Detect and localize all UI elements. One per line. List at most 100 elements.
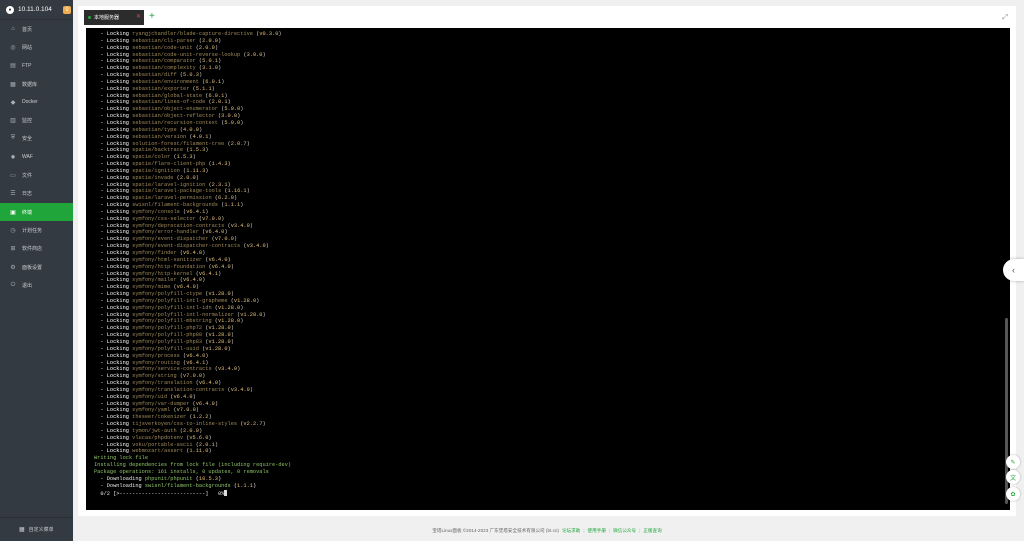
fullscreen-icon[interactable]: ⤢ bbox=[1002, 14, 1008, 22]
sidebar-item[interactable]: ⚙ 面板设置 bbox=[0, 258, 73, 276]
lock-prefix: - Locking bbox=[94, 106, 133, 113]
lock-prefix: - Locking bbox=[94, 359, 133, 366]
package-name: symfony/translation-contracts bbox=[132, 386, 225, 393]
menu-item-icon: ⏻ bbox=[10, 281, 16, 288]
package-version: 3.1.0 bbox=[202, 65, 218, 72]
terminal-line: - Locking sebastian/environment (6.0.1) bbox=[94, 78, 225, 85]
sidebar-item[interactable]: ◎ 网站 bbox=[0, 38, 73, 56]
footer-link-license[interactable]: 正版查询 bbox=[643, 528, 661, 534]
package-version: v6.4.0 bbox=[183, 250, 203, 256]
footer-separator: | bbox=[608, 528, 611, 533]
lock-prefix: - Locking bbox=[94, 448, 133, 455]
footer-link-manual[interactable]: 使用手册 bbox=[588, 528, 606, 534]
terminal-line: - Locking sebastian/complexity (3.1.0) bbox=[94, 65, 222, 72]
package-version: 6.0.1 bbox=[208, 92, 225, 99]
package-name: symfony/html-sanitizer bbox=[132, 256, 203, 263]
package-name: symfony/string bbox=[132, 373, 177, 380]
package-version: v7.0.0 bbox=[214, 236, 234, 243]
assistant-icon: ✿ bbox=[1010, 491, 1016, 498]
lock-prefix: - Locking bbox=[94, 434, 133, 441]
notification-badge[interactable]: 0 bbox=[63, 6, 71, 14]
sidebar-item[interactable]: ◷ 计划任务 bbox=[0, 221, 73, 239]
package-name: symfony/mailer bbox=[132, 277, 177, 284]
package-version: 1.5.3 bbox=[189, 147, 206, 154]
package-name: phpunit/phpunit bbox=[144, 475, 193, 482]
package-name: symfony/polyfill-uuid bbox=[132, 345, 199, 352]
package-name: spatie/backtrace bbox=[132, 147, 184, 154]
package-name: symfony/polyfill-intl-grapheme bbox=[132, 297, 228, 304]
sidebar-item[interactable]: ▦ 数据库 bbox=[0, 75, 73, 93]
package-name: tymon/jwt-auth bbox=[132, 427, 177, 434]
feedback-float-button[interactable]: ✎ bbox=[1006, 455, 1020, 469]
sidebar-item-label: 首页 bbox=[22, 26, 33, 33]
terminal-line: - Locking spatie/laravel-package-tools (… bbox=[94, 188, 250, 195]
lock-prefix: - Locking bbox=[94, 51, 133, 58]
progress-text: 0/2 [>---------------------------] 0% bbox=[94, 490, 225, 497]
terminal-output[interactable]: - Locking ryangjchandler/blade-capture-d… bbox=[86, 28, 1010, 510]
close-tab-icon[interactable]: ✕ bbox=[136, 14, 141, 20]
assistant-float-button[interactable]: ✿ bbox=[1006, 487, 1020, 501]
package-version: 2.0.1 bbox=[198, 441, 215, 448]
translate-float-button[interactable]: 文 bbox=[1006, 470, 1020, 484]
package-version: v1.28.0 bbox=[208, 291, 231, 298]
terminal-line: - Locking sebastian/version (4.0.1) bbox=[94, 133, 212, 140]
lock-prefix: - Locking bbox=[94, 126, 133, 133]
lock-prefix: - Locking bbox=[94, 318, 133, 325]
sidebar-item-label: 数据库 bbox=[22, 81, 38, 88]
terminal-line: - Locking spatie/color (1.5.3) bbox=[94, 154, 196, 161]
package-version: v6.4.0 bbox=[198, 380, 218, 387]
footer-link-forum[interactable]: 论坛求助 bbox=[562, 528, 580, 534]
sidebar-item[interactable]: ◆ Docker bbox=[0, 93, 73, 111]
package-version: v7.0.0 bbox=[183, 373, 203, 380]
lock-prefix: - Locking bbox=[94, 167, 133, 174]
main-panel: 本地服务器 ✕ + ⤢ - Locking ryangjchandler/bla… bbox=[78, 6, 1016, 516]
terminal-line: - Locking symfony/deprecation-contracts … bbox=[94, 222, 253, 229]
sidebar-item[interactable]: ☰ 日志 bbox=[0, 185, 73, 203]
menu-item-icon: ✹ bbox=[10, 154, 16, 161]
sidebar-item[interactable]: ⌂ 首页 bbox=[0, 20, 73, 38]
package-version: v5.6.0 bbox=[189, 434, 209, 441]
sidebar-item-label: WAF bbox=[22, 154, 33, 161]
terminal-line: - Locking solution-forest/filament-tree … bbox=[94, 140, 250, 147]
lock-prefix: - Locking bbox=[94, 140, 133, 147]
terminal-line: - Locking symfony/html-sanitizer (v6.4.0… bbox=[94, 256, 231, 263]
terminal-line: - Locking webmozart/assert (1.11.0) bbox=[94, 448, 212, 455]
menu-item-icon: ▤ bbox=[10, 63, 16, 70]
sidebar-item-label: 监控 bbox=[22, 118, 33, 125]
status-line: Writing lock file bbox=[94, 455, 149, 462]
sidebar-item-label: 退出 bbox=[22, 282, 33, 289]
lock-prefix: - Locking bbox=[94, 85, 133, 92]
sidebar-item[interactable]: ⏻ 退出 bbox=[0, 276, 73, 294]
package-name: vlucas/phpdotenv bbox=[132, 434, 184, 441]
terminal-line: - Locking symfony/process (v6.4.0) bbox=[94, 352, 209, 359]
package-version: 4.0.0 bbox=[183, 126, 199, 133]
sidebar-item[interactable]: ▤ FTP bbox=[0, 57, 73, 75]
add-tab-icon[interactable]: + bbox=[149, 10, 155, 25]
sidebar-item[interactable]: ⛨ 安全 bbox=[0, 130, 73, 148]
lock-prefix: - Locking bbox=[94, 400, 133, 407]
lock-prefix: - Locking bbox=[94, 92, 133, 99]
package-name: sebastian/environment bbox=[132, 78, 199, 85]
lock-prefix: - Locking bbox=[94, 161, 133, 168]
sidebar-item[interactable]: ▣ 终端 bbox=[0, 202, 73, 222]
sidebar: ● 10.11.0.104 0 ⌂ 首页 ◎ 网站 ▤ FTP ▦ 数据库 ◆ Docker ▥ 监控… bbox=[0, 0, 73, 541]
sidebar-item[interactable]: ⊞ 软件商店 bbox=[0, 240, 73, 258]
terminal-line: - Locking symfony/polyfill-intl-normaliz… bbox=[94, 311, 266, 318]
custom-menu-button[interactable]: ▦ 自定义菜单 bbox=[0, 517, 73, 541]
sidebar-item[interactable]: ✹ WAF bbox=[0, 148, 73, 166]
collapse-panel-button[interactable]: ‹ bbox=[1003, 259, 1024, 281]
terminal-line: - Locking spatie/ignition (1.11.3) bbox=[94, 167, 209, 174]
terminal-line: - Locking sebastian/cli-parser (2.0.0) bbox=[94, 37, 222, 44]
sidebar-item[interactable]: ▭ 文件 bbox=[0, 166, 73, 184]
footer-link-wechat[interactable]: 微信公众号 bbox=[613, 528, 636, 534]
terminal-line: - Locking sebastian/code-unit-reverse-lo… bbox=[94, 51, 266, 58]
package-version: v0.3.0 bbox=[259, 31, 279, 37]
terminal-line: - Locking symfony/string (v7.0.0) bbox=[94, 373, 206, 380]
terminal-line: - Downloading swisnl/filament-background… bbox=[94, 482, 257, 489]
tab-local-server[interactable]: 本地服务器 ✕ bbox=[84, 10, 144, 25]
server-icon: ● bbox=[6, 5, 14, 14]
lock-prefix: - Locking bbox=[94, 78, 133, 85]
package-name: sebastian/lines-of-code bbox=[132, 99, 206, 106]
lock-prefix: - Locking bbox=[94, 208, 133, 215]
sidebar-item[interactable]: ▥ 监控 bbox=[0, 111, 73, 129]
